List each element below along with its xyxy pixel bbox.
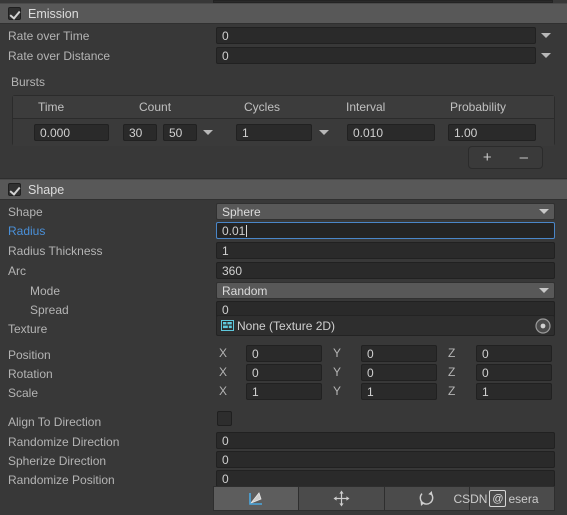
bursts-add-remove-group: + – (468, 146, 543, 169)
position-axis-z-label: Z (448, 346, 456, 360)
burst-interval-input[interactable]: 0.010 (347, 124, 435, 141)
burst-probability-input[interactable]: 1.00 (448, 124, 536, 141)
scale-x-input[interactable]: 1 (246, 383, 322, 400)
rate-over-distance-input[interactable]: 0 (216, 47, 536, 64)
shape-type-chevron-down-icon[interactable] (539, 209, 549, 214)
scale-z-input[interactable]: 1 (476, 383, 552, 400)
position-label: Position (8, 347, 51, 362)
scale-label: Scale (8, 385, 39, 400)
spherize-direction-input[interactable]: 0 (216, 451, 555, 468)
radius-thickness-input[interactable]: 1 (216, 242, 555, 259)
texture-object-picker-icon[interactable] (535, 318, 551, 334)
texture2d-icon (221, 320, 234, 331)
burst-count-max-input[interactable]: 50 (163, 124, 197, 141)
rate-over-time-label: Rate over Time (8, 28, 90, 43)
rotate-gizmo-icon (419, 491, 434, 506)
position-y-input[interactable]: 0 (361, 345, 437, 362)
scale-y-input[interactable]: 1 (361, 383, 437, 400)
gizmo-toolbar-extra-button[interactable] (468, 486, 555, 511)
particle-system-inspector: Emission Rate over Time 0 Rate over Dist… (0, 0, 567, 515)
randomize-position-label: Randomize Position (8, 472, 115, 487)
texture-object-value: None (Texture 2D) (237, 318, 336, 333)
arc-label: Arc (8, 263, 26, 278)
bursts-table-row: 0.000 30 50 1 0.010 1.00 (13, 119, 554, 146)
scale-axis-x-label: X (219, 384, 228, 398)
rotation-axis-z-label: Z (448, 365, 456, 379)
remove-burst-button[interactable]: – (506, 147, 543, 168)
align-to-direction-label: Align To Direction (8, 414, 102, 429)
arc-mode-dropdown[interactable]: Random (216, 282, 555, 299)
shape-enabled-checkbox[interactable] (8, 183, 21, 196)
burst-count-chevron-down-icon[interactable] (203, 130, 213, 135)
move-gizmo-icon (333, 490, 350, 507)
radius-label: Radius (8, 223, 46, 238)
rate-over-time-input[interactable]: 0 (216, 27, 536, 44)
move-gizmo-button[interactable] (298, 486, 384, 511)
bursts-row: Bursts (0, 72, 567, 91)
burst-count-min-input[interactable]: 30 (123, 124, 157, 141)
randomize-direction-input[interactable]: 0 (216, 432, 555, 449)
randomize-direction-label: Randomize Direction (8, 434, 120, 449)
emission-module-header[interactable]: Emission (0, 3, 567, 24)
rotate-gizmo-button[interactable] (383, 486, 469, 511)
gizmo-toolbar (213, 486, 555, 511)
add-burst-button[interactable]: + (469, 147, 506, 168)
bursts-col-interval: Interval (346, 100, 386, 114)
arc-input[interactable]: 360 (216, 262, 555, 279)
rate-over-distance-label: Rate over Distance (8, 48, 111, 63)
radius-thickness-label: Radius Thickness (8, 243, 103, 258)
bursts-col-probability: Probability (450, 100, 507, 114)
shape-title: Shape (28, 182, 65, 197)
radius-input-value: 0.01 (222, 223, 246, 238)
texture-label: Texture (8, 321, 48, 336)
rotation-axis-x-label: X (219, 365, 228, 379)
position-x-input[interactable]: 0 (246, 345, 322, 362)
rate-over-time-chevron-down-icon[interactable] (541, 33, 551, 38)
scale-axis-y-label: Y (333, 384, 342, 398)
align-to-direction-checkbox[interactable] (217, 411, 232, 426)
bursts-col-count: Count (139, 100, 172, 114)
position-z-input[interactable]: 0 (476, 345, 552, 362)
scale-axis-z-label: Z (448, 384, 456, 398)
bursts-col-time: Time (38, 100, 65, 114)
arc-spread-label: Spread (30, 302, 69, 317)
rotation-axis-y-label: Y (333, 365, 342, 379)
burst-time-input[interactable]: 0.000 (34, 124, 109, 141)
radius-input[interactable]: 0.01 (216, 222, 555, 239)
shape-gizmo-icon (249, 492, 263, 505)
arc-mode-label: Mode (30, 283, 61, 298)
bursts-label: Bursts (11, 74, 46, 89)
emission-enabled-checkbox[interactable] (8, 7, 21, 20)
text-caret (246, 224, 248, 237)
bursts-table: Time Count Cycles Interval Probability 0… (12, 95, 555, 146)
spherize-direction-label: Spherize Direction (8, 453, 107, 468)
shape-type-dropdown[interactable]: Sphere (216, 203, 555, 220)
rotation-z-input[interactable]: 0 (476, 364, 552, 381)
emission-title: Emission (28, 6, 79, 21)
rotation-y-input[interactable]: 0 (361, 364, 437, 381)
rotation-label: Rotation (8, 366, 53, 381)
bursts-col-cycles: Cycles (244, 100, 281, 114)
shape-module-header[interactable]: Shape (0, 179, 567, 200)
texture-object-field[interactable]: None (Texture 2D) (216, 315, 555, 336)
bursts-table-header: Time Count Cycles Interval Probability (13, 96, 554, 119)
burst-cycles-chevron-down-icon[interactable] (319, 130, 329, 135)
arc-mode-chevron-down-icon[interactable] (539, 288, 549, 293)
position-axis-y-label: Y (333, 346, 342, 360)
align-to-direction-row: Align To Direction (0, 412, 567, 431)
burst-cycles-input[interactable]: 1 (236, 124, 312, 141)
shape-gizmo-button[interactable] (213, 486, 299, 511)
randomize-position-input[interactable]: 0 (216, 470, 555, 487)
position-axis-x-label: X (219, 346, 228, 360)
shape-type-label: Shape (8, 204, 43, 219)
rate-over-distance-chevron-down-icon[interactable] (541, 53, 551, 58)
rotation-x-input[interactable]: 0 (246, 364, 322, 381)
